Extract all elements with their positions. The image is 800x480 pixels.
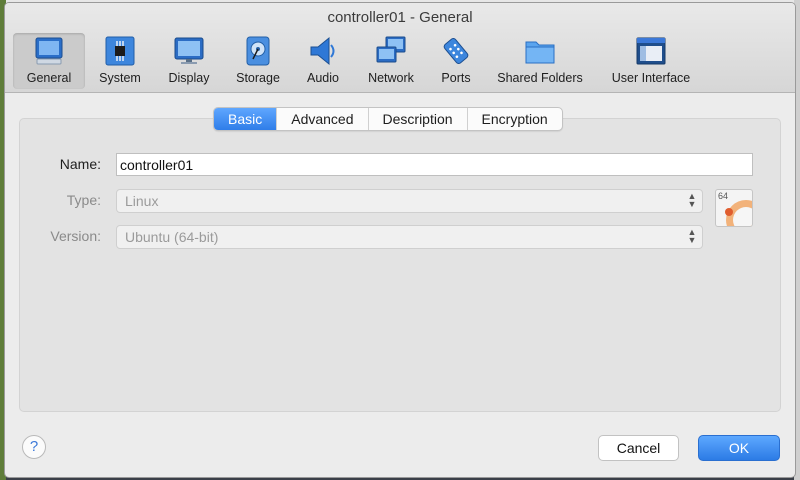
settings-toolbar: General System Display Storage Audio Net…: [13, 33, 787, 89]
toolbar-item-label: Ports: [441, 71, 471, 85]
ok-button[interactable]: OK: [698, 435, 780, 461]
name-input[interactable]: [116, 153, 753, 176]
toolbar-item-label: System: [99, 71, 141, 85]
toolbar-item-label: Network: [368, 71, 414, 85]
system-icon: [105, 36, 135, 66]
type-select[interactable]: Linux ▲ ▼: [116, 189, 703, 213]
toolbar-item-general[interactable]: General: [13, 33, 85, 89]
help-button[interactable]: ?: [22, 435, 46, 459]
titlebar: controller01 - General General System Di…: [5, 3, 795, 93]
tab-advanced[interactable]: Advanced: [277, 108, 369, 130]
audio-icon: [310, 36, 335, 66]
toolbar-item-display[interactable]: Display: [155, 33, 223, 89]
network-icon: [376, 36, 406, 63]
toolbar-item-storage[interactable]: Storage: [223, 33, 293, 89]
cancel-button[interactable]: Cancel: [598, 435, 679, 461]
version-select[interactable]: Ubuntu (64-bit) ▲ ▼: [116, 225, 703, 249]
general-icon: [35, 37, 63, 65]
shared-folders-icon: [525, 41, 555, 64]
window-title: controller01 - General: [327, 9, 473, 26]
toolbar-item-network[interactable]: Network: [353, 33, 429, 89]
select-arrows-icon: ▲ ▼: [687, 227, 697, 245]
os-type-icon: 64: [715, 189, 753, 227]
toolbar-item-user-interface[interactable]: User Interface: [597, 33, 705, 89]
toolbar-item-system[interactable]: System: [85, 33, 155, 89]
storage-icon: [246, 36, 270, 66]
select-arrows-icon: ▲ ▼: [687, 191, 697, 209]
display-icon: [174, 37, 204, 64]
type-value: Linux: [125, 193, 159, 209]
toolbar-item-ports[interactable]: Ports: [429, 33, 483, 89]
toolbar-item-label: Shared Folders: [497, 71, 583, 85]
tab-encryption[interactable]: Encryption: [468, 108, 562, 130]
user-interface-icon: [636, 37, 666, 65]
version-label: Version:: [50, 228, 101, 244]
toolbar-item-label: User Interface: [611, 71, 691, 85]
tab-basic[interactable]: Basic: [214, 108, 278, 130]
toolbar-item-label: Audio: [307, 71, 339, 85]
version-value: Ubuntu (64-bit): [125, 229, 219, 245]
settings-dialog: controller01 - General General System Di…: [4, 2, 796, 478]
toolbar-item-label: Storage: [236, 71, 280, 85]
type-label: Type:: [66, 192, 101, 208]
tab-description[interactable]: Description: [369, 108, 468, 130]
settings-tabs: Basic Advanced Description Encryption: [213, 107, 563, 131]
name-label: Name:: [59, 156, 101, 172]
toolbar-item-label: Display: [168, 71, 210, 85]
toolbar-item-label: General: [26, 71, 72, 85]
ports-icon: [443, 38, 469, 64]
os-64bit-badge: 64: [718, 191, 729, 201]
toolbar-item-audio[interactable]: Audio: [293, 33, 353, 89]
toolbar-item-shared-folders[interactable]: Shared Folders: [483, 33, 597, 89]
